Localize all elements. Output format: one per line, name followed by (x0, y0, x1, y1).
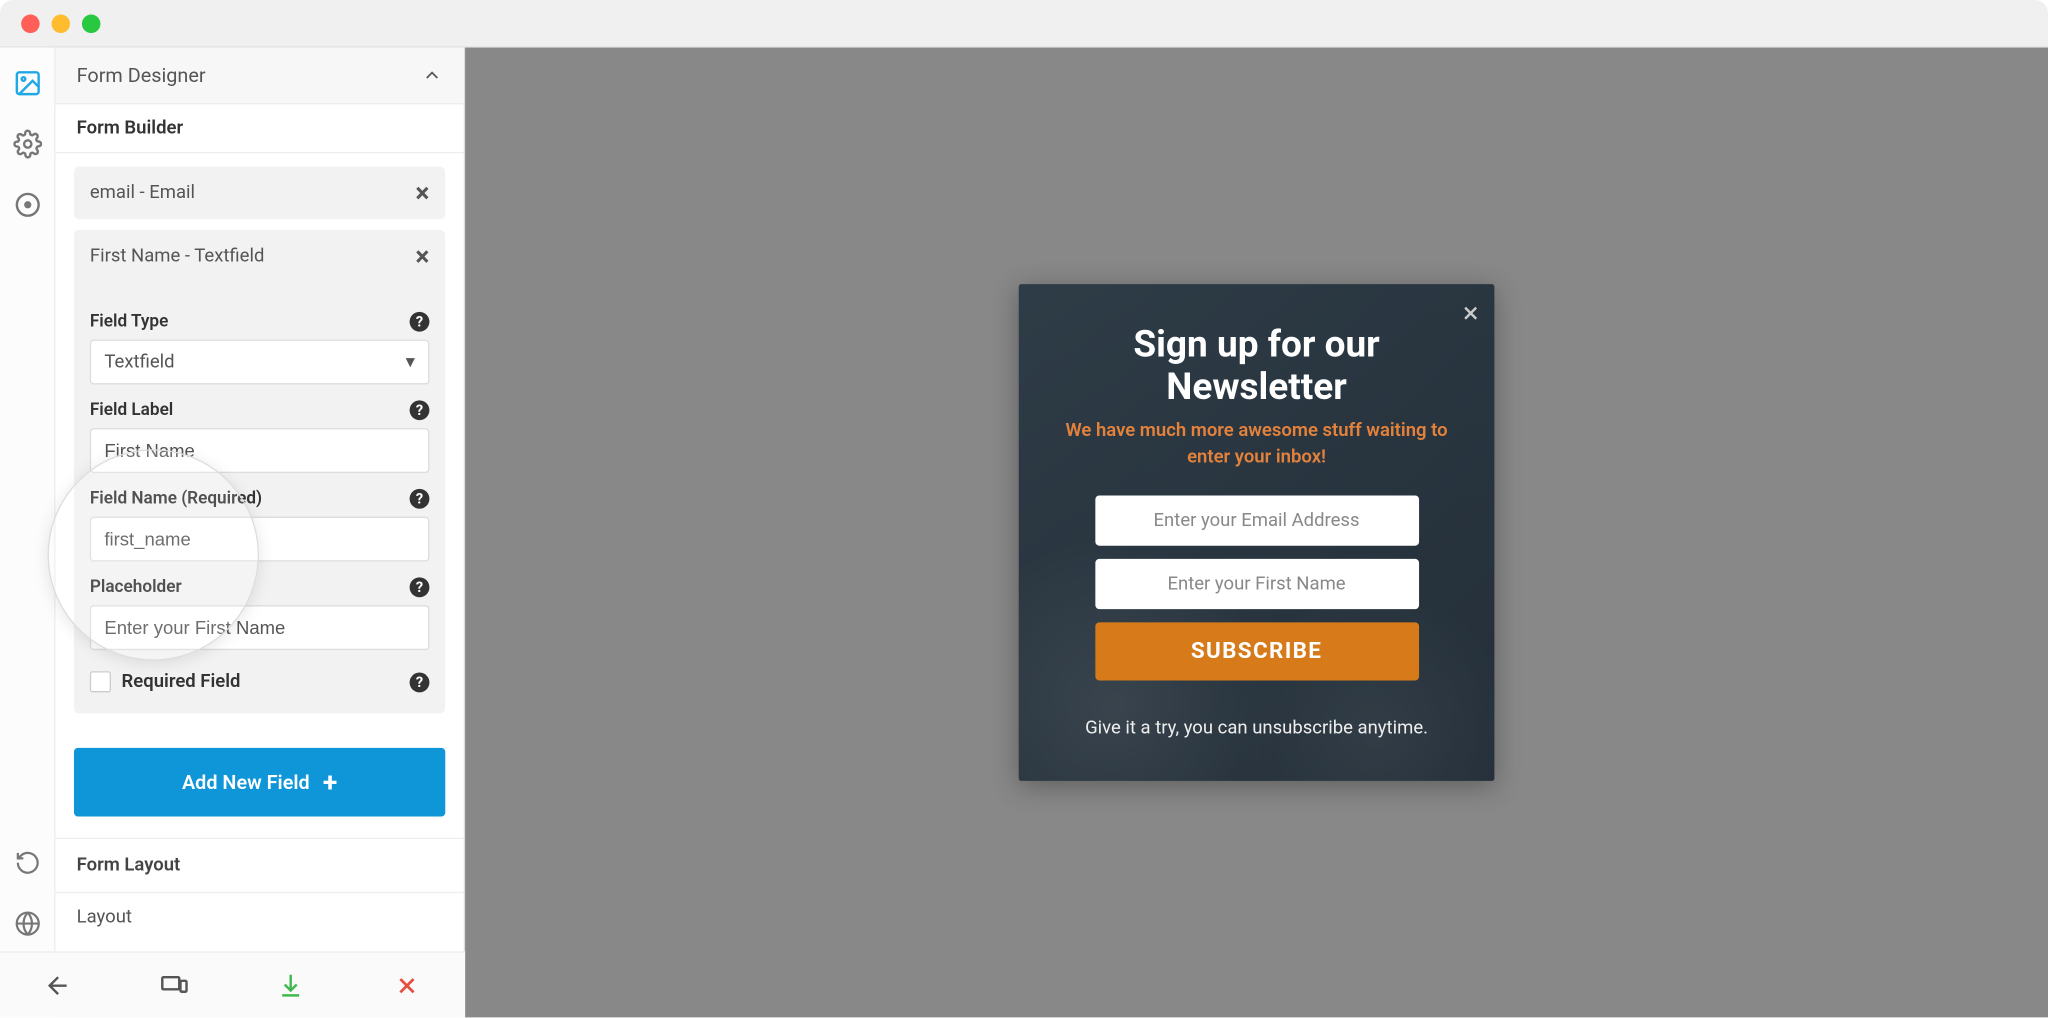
help-icon[interactable]: ? (410, 400, 430, 420)
image-icon[interactable] (13, 69, 42, 98)
field-label-input[interactable] (90, 428, 430, 473)
sidebar-panel: Form Designer Form Builder email - Email… (55, 48, 465, 1018)
field-details-panel: Field Type ? Textfield ▾ Field Label ? (74, 283, 445, 714)
close-icon[interactable]: × (415, 180, 429, 206)
placeholder-label: Placeholder (90, 577, 182, 597)
window-titlebar (0, 0, 2048, 48)
left-icon-rail (0, 48, 55, 1018)
field-item-firstname[interactable]: First Name - Textfield × (74, 230, 445, 283)
help-icon[interactable]: ? (410, 312, 430, 332)
modal-subtitle: We have much more awesome stuff waiting … (1056, 419, 1458, 471)
field-item-email[interactable]: email - Email × (74, 166, 445, 219)
help-icon[interactable]: ? (410, 672, 430, 692)
subscribe-button[interactable]: SUBSCRIBE (1095, 622, 1419, 680)
back-icon[interactable] (44, 970, 73, 999)
devices-icon[interactable] (160, 970, 189, 999)
email-input[interactable]: Enter your Email Address (1095, 495, 1419, 545)
history-icon[interactable] (13, 848, 42, 877)
preview-canvas: × Sign up for ourNewsletter We have much… (465, 48, 2048, 1018)
close-icon[interactable]: × (1463, 297, 1479, 330)
chevron-up-icon (421, 65, 442, 86)
minimize-window-button[interactable] (52, 14, 70, 32)
target-icon[interactable] (13, 190, 42, 219)
section-title: Form Builder (55, 104, 463, 153)
add-button-label: Add New Field (182, 770, 310, 794)
gear-icon[interactable] (13, 129, 42, 158)
close-window-button[interactable] (21, 14, 39, 32)
download-icon[interactable] (276, 970, 305, 999)
form-layout-header[interactable]: Form Layout (55, 839, 463, 892)
layout-label: Layout (55, 893, 463, 946)
firstname-input[interactable]: Enter your First Name (1095, 558, 1419, 608)
modal-title: Sign up for ourNewsletter (1056, 324, 1458, 409)
close-icon[interactable] (392, 970, 421, 999)
add-new-field-button[interactable]: Add New Field + (74, 748, 445, 817)
chevron-down-icon: ▾ (406, 351, 415, 372)
field-type-value: Textfield (104, 351, 174, 372)
globe-icon[interactable] (13, 909, 42, 938)
placeholder-input[interactable] (90, 605, 430, 650)
close-icon[interactable]: × (415, 243, 429, 269)
plus-icon: + (323, 766, 337, 798)
field-name-label: Field Name (Required) (90, 489, 262, 509)
help-icon[interactable]: ? (410, 489, 430, 509)
required-label: Required Field (122, 671, 241, 692)
help-icon[interactable]: ? (410, 577, 430, 597)
field-name-input[interactable] (90, 517, 430, 562)
field-label-label: Field Label (90, 400, 173, 420)
panel-title: Form Designer (77, 63, 206, 87)
field-item-label: email - Email (90, 182, 195, 203)
bottom-toolbar (0, 951, 465, 1017)
field-type-label: Field Type (90, 312, 168, 332)
maximize-window-button[interactable] (82, 14, 100, 32)
field-item-label: First Name - Textfield (90, 246, 265, 267)
newsletter-modal: × Sign up for ourNewsletter We have much… (1019, 284, 1495, 781)
required-checkbox[interactable] (90, 671, 111, 692)
panel-header[interactable]: Form Designer (55, 48, 463, 105)
field-type-select[interactable]: Textfield ▾ (90, 340, 430, 385)
modal-footer: Give it a try, you can unsubscribe anyti… (1056, 717, 1458, 738)
